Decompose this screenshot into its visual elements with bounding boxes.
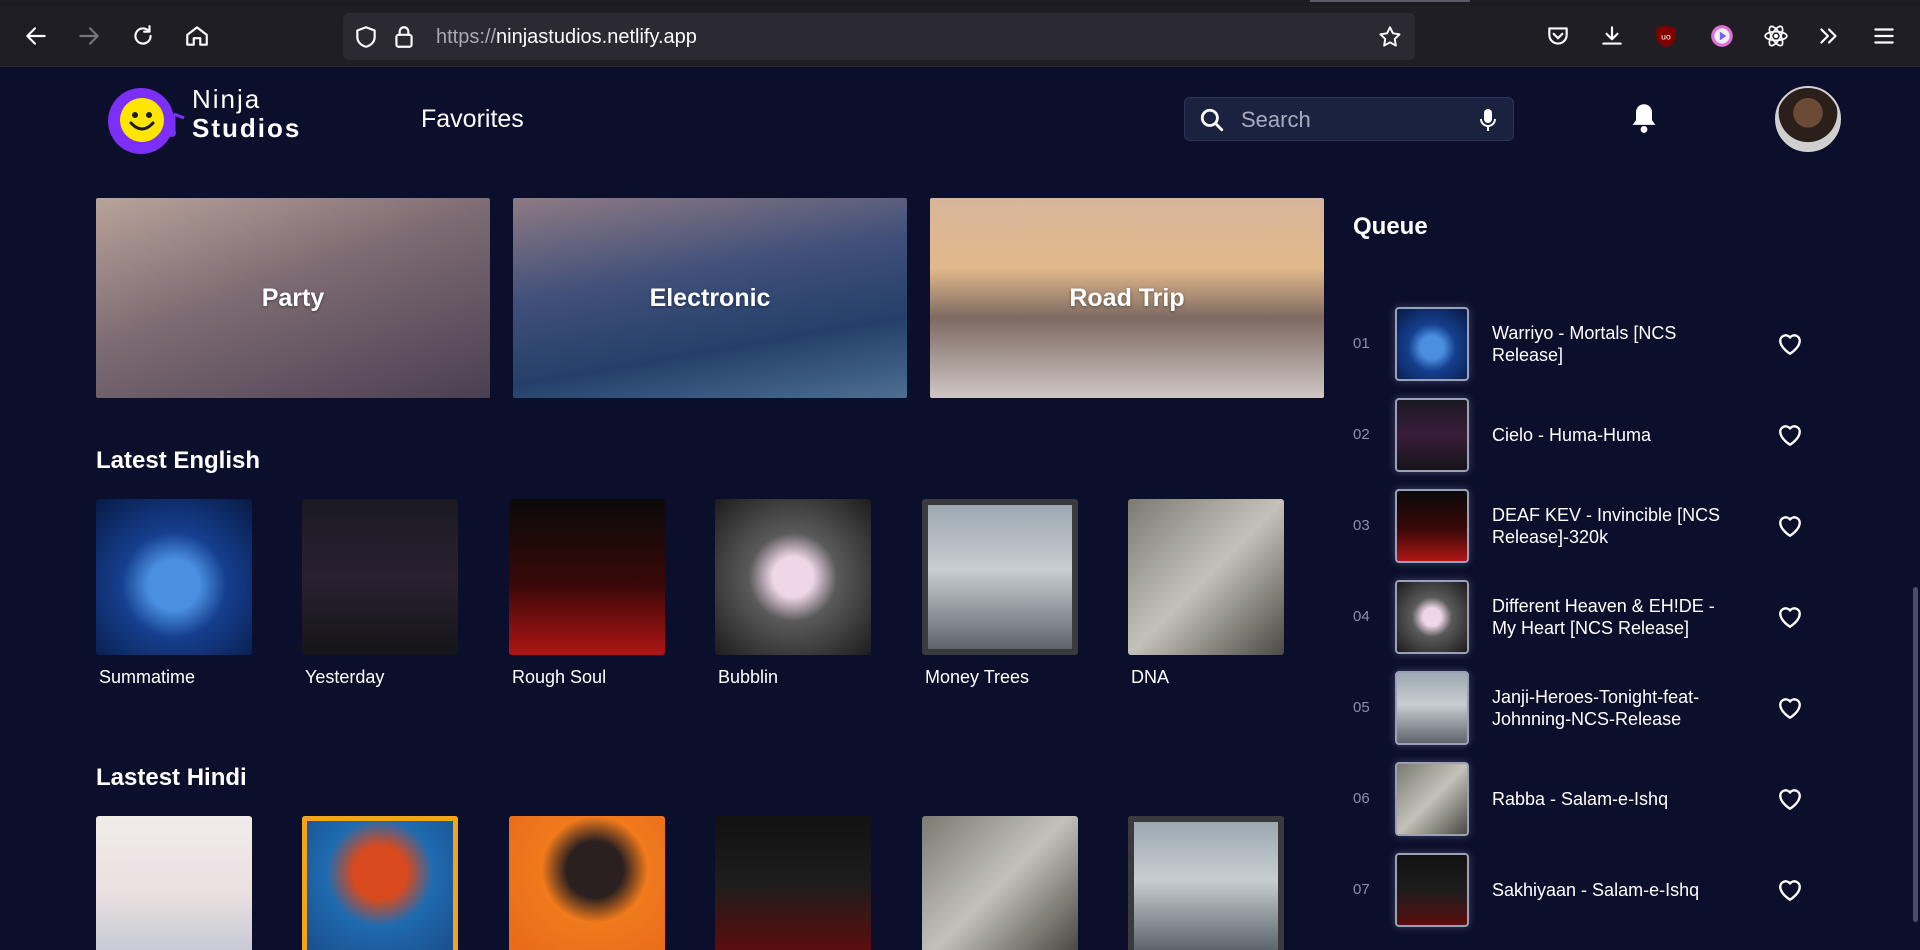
queue-thumbnail bbox=[1395, 489, 1469, 563]
url-protocol: https:// bbox=[436, 26, 497, 48]
shield-icon[interactable] bbox=[353, 24, 379, 50]
queue-song-title: Janji-Heroes-Tonight-feat-Johnning-NCS-R… bbox=[1492, 687, 1700, 729]
song-title[interactable]: DNA bbox=[1131, 667, 1169, 688]
notification-bell-icon[interactable] bbox=[1630, 102, 1658, 134]
queue-row[interactable]: 05 Janji-Heroes-Tonight-feat-Johnning-NC… bbox=[1353, 669, 1813, 747]
nav-favorites-link[interactable]: Favorites bbox=[421, 105, 524, 134]
queue-thumbnail bbox=[1395, 762, 1469, 836]
heart-icon[interactable] bbox=[1777, 605, 1803, 629]
queue-thumbnail bbox=[1395, 398, 1469, 472]
category-card-road-trip[interactable]: Road Trip bbox=[930, 198, 1324, 398]
queue-number: 04 bbox=[1353, 608, 1370, 625]
music-note-icon bbox=[168, 112, 185, 137]
queue-row[interactable]: 02 Cielo - Huma-Huma bbox=[1353, 396, 1813, 474]
lock-icon[interactable] bbox=[391, 24, 417, 50]
hindi-artwork-4[interactable] bbox=[715, 816, 871, 950]
url-text[interactable]: https://ninjastudios.netlify.app bbox=[436, 26, 697, 49]
queue-heading: Queue bbox=[1353, 213, 1428, 240]
hindi-artwork-5[interactable] bbox=[922, 816, 1078, 950]
hindi-artwork-1[interactable] bbox=[96, 816, 252, 950]
song-artwork-bubblin[interactable] bbox=[715, 499, 871, 655]
song-artwork-money-trees[interactable] bbox=[922, 499, 1078, 655]
heart-icon[interactable] bbox=[1777, 878, 1803, 902]
reload-icon[interactable] bbox=[127, 20, 159, 52]
song-title[interactable]: Rough Soul bbox=[512, 667, 606, 688]
overflow-chevrons-icon[interactable] bbox=[1813, 20, 1845, 52]
back-icon[interactable] bbox=[20, 20, 52, 52]
song-title[interactable]: Money Trees bbox=[925, 667, 1029, 688]
brand-name[interactable]: Ninja Studios bbox=[192, 85, 301, 143]
tab-strip bbox=[0, 0, 1920, 6]
section-heading-latest-english: Latest English bbox=[96, 447, 261, 474]
bookmark-star-icon[interactable] bbox=[1377, 24, 1403, 50]
react-devtools-icon[interactable] bbox=[1760, 20, 1792, 52]
pocket-icon[interactable] bbox=[1542, 20, 1574, 52]
category-label: Electronic bbox=[649, 283, 771, 312]
category-card-party[interactable]: Party bbox=[96, 198, 490, 398]
song-title[interactable]: Bubblin bbox=[718, 667, 778, 688]
queue-song-title: Different Heaven & EH!DE - My Heart [NCS… bbox=[1492, 596, 1715, 638]
hindi-artwork-3[interactable] bbox=[509, 816, 665, 950]
queue-thumbnail bbox=[1395, 853, 1469, 927]
category-label: Road Trip bbox=[1069, 283, 1185, 312]
queue-number: 02 bbox=[1353, 426, 1370, 443]
song-title[interactable]: Summatime bbox=[99, 667, 195, 688]
smiley-logo-icon bbox=[120, 98, 164, 142]
heart-icon[interactable] bbox=[1777, 696, 1803, 720]
category-card-electronic[interactable]: Electronic bbox=[513, 198, 907, 398]
queue-number: 03 bbox=[1353, 517, 1370, 534]
queue-row[interactable]: 06 Rabba - Salam-e-Ishq bbox=[1353, 760, 1813, 838]
queue-song-title: Cielo - Huma-Huma bbox=[1492, 425, 1652, 445]
address-bar[interactable]: https://ninjastudios.netlify.app bbox=[343, 13, 1415, 60]
svg-text:uo: uo bbox=[1661, 31, 1671, 41]
queue-song-title: DEAF KEV - Invincible [NCS Release]-320k bbox=[1492, 505, 1721, 547]
song-title[interactable]: Yesterday bbox=[305, 667, 384, 688]
heart-icon[interactable] bbox=[1777, 423, 1803, 447]
queue-thumbnail bbox=[1395, 307, 1469, 381]
microphone-icon[interactable] bbox=[1477, 107, 1499, 133]
hamburger-menu-icon[interactable] bbox=[1868, 20, 1900, 52]
hindi-artwork-6[interactable] bbox=[1128, 816, 1284, 950]
queue-number: 07 bbox=[1353, 881, 1370, 898]
song-artwork-yesterday[interactable] bbox=[302, 499, 458, 655]
queue-number: 06 bbox=[1353, 790, 1370, 807]
browser-toolbar: https://ninjastudios.netlify.app uo bbox=[0, 0, 1920, 67]
heart-icon[interactable] bbox=[1777, 787, 1803, 811]
heart-icon[interactable] bbox=[1777, 514, 1803, 538]
heart-icon[interactable] bbox=[1777, 332, 1803, 356]
queue-song-title: Sakhiyaan - Salam-e-Ishq bbox=[1492, 880, 1700, 900]
queue-row[interactable]: 04 Different Heaven & EH!DE - My Heart [… bbox=[1353, 578, 1813, 656]
queue-thumbnail bbox=[1395, 671, 1469, 745]
search-box[interactable] bbox=[1184, 97, 1514, 141]
queue-number: 01 bbox=[1353, 335, 1370, 352]
queue-number: 05 bbox=[1353, 699, 1370, 716]
user-avatar[interactable] bbox=[1775, 86, 1841, 152]
category-label: Party bbox=[261, 283, 325, 312]
queue-row[interactable]: 03 DEAF KEV - Invincible [NCS Release]-3… bbox=[1353, 487, 1813, 565]
song-artwork-summatime[interactable] bbox=[96, 499, 252, 655]
download-icon[interactable] bbox=[1596, 20, 1628, 52]
section-heading-latest-hindi: Lastest Hindi bbox=[96, 764, 247, 791]
home-icon[interactable] bbox=[181, 20, 213, 52]
search-input[interactable] bbox=[1241, 105, 1461, 135]
scrollbar-thumb[interactable] bbox=[1913, 587, 1918, 922]
forward-icon[interactable] bbox=[73, 20, 105, 52]
brand-line-2: Studios bbox=[192, 113, 302, 143]
queue-song-title: Rabba - Salam-e-Ishq bbox=[1492, 789, 1669, 809]
queue-row[interactable]: 01 Warriyo - Mortals [NCS Release] bbox=[1353, 305, 1813, 383]
page-scrollbar[interactable] bbox=[1911, 67, 1920, 950]
song-artwork-dna[interactable] bbox=[1128, 499, 1284, 655]
song-artwork-rough-soul[interactable] bbox=[509, 499, 665, 655]
media-extension-icon[interactable] bbox=[1706, 20, 1738, 52]
ublock-extension-icon[interactable]: uo bbox=[1650, 20, 1682, 52]
brand-line-1: Ninja bbox=[192, 84, 262, 114]
search-icon bbox=[1200, 108, 1224, 132]
queue-song-title: Warriyo - Mortals [NCS Release] bbox=[1492, 323, 1677, 365]
hindi-artwork-2[interactable] bbox=[302, 816, 458, 950]
url-host: ninjastudios.netlify.app bbox=[496, 26, 697, 48]
active-tab-indicator bbox=[1310, 0, 1470, 2]
queue-row[interactable]: 07 Sakhiyaan - Salam-e-Ishq bbox=[1353, 851, 1813, 929]
queue-thumbnail bbox=[1395, 580, 1469, 654]
